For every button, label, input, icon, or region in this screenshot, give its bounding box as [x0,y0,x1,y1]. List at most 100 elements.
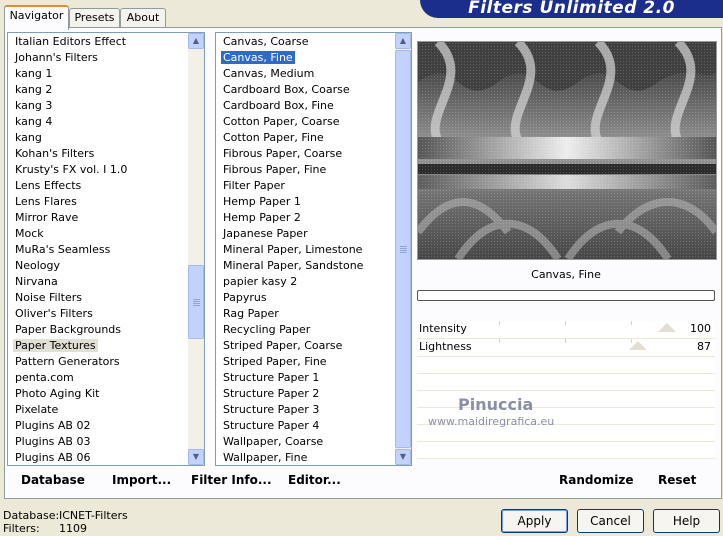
filter-item[interactable]: Canvas, Coarse [216,34,411,50]
category-item[interactable]: Paper Textures [8,338,204,354]
filter-item[interactable]: Cardboard Box, Fine [216,98,411,114]
tab-navigator[interactable]: Navigator [4,5,69,30]
lightness-value: 87 [697,340,711,353]
filter-preview-image [417,41,717,260]
category-item[interactable]: Krusty's FX vol. I 1.0 [8,162,204,178]
category-item[interactable]: penta.com [8,370,204,386]
filter-item[interactable]: Mineral Paper, Sandstone [216,258,411,274]
filter-item-label: Structure Paper 3 [223,403,320,416]
filter-item-label: Structure Paper 4 [223,419,320,432]
intensity-slider-thumb[interactable] [657,323,676,332]
filter-item-label: Hemp Paper 2 [223,211,301,224]
filter-item[interactable]: Japanese Paper [216,226,411,242]
randomize-button[interactable]: Randomize [559,473,633,487]
filter-item[interactable]: Mineral Paper, Limestone [216,242,411,258]
scroll-up-icon[interactable]: ▲ [395,33,411,49]
database-button[interactable]: Database [21,473,85,487]
filter-item[interactable]: Structure Paper 2 [216,386,411,402]
category-item[interactable]: kang 1 [8,66,204,82]
category-item[interactable]: Noise Filters [8,290,204,306]
filter-item[interactable]: papier kasy 2 [216,274,411,290]
scroll-up-icon[interactable]: ▲ [188,33,204,49]
scroll-thumb[interactable] [395,50,411,448]
scroll-down-icon[interactable]: ▼ [188,449,204,465]
help-button[interactable]: Help [653,509,720,533]
scroll-down-icon[interactable]: ▼ [395,449,411,465]
filter-item[interactable]: Fibrous Paper, Fine [216,162,411,178]
editor-button[interactable]: Editor... [288,473,341,487]
filter-scrollbar[interactable]: ▲ ▼ [395,33,411,465]
filter-item-label: Wallpaper, Fine [223,451,308,464]
category-item[interactable]: Pattern Generators [8,354,204,370]
filter-item[interactable]: Hemp Paper 2 [216,210,411,226]
filter-item[interactable]: Wallpaper, Fine [216,450,411,465]
category-item[interactable]: Plugins AB 06 [8,450,204,465]
scroll-thumb[interactable] [188,265,204,339]
lightness-slider-thumb[interactable] [628,341,647,350]
category-item[interactable]: Lens Effects [8,178,204,194]
filter-item-label: Cotton Paper, Coarse [223,115,340,128]
tab-about[interactable]: About [120,8,166,28]
category-item[interactable]: Plugins AB 03 [8,434,204,450]
filter-item-label: Cardboard Box, Coarse [223,83,350,96]
category-item[interactable]: Photo Aging Kit [8,386,204,402]
filter-item[interactable]: Canvas, Medium [216,66,411,82]
filter-item-label: Wallpaper, Coarse [223,435,324,448]
category-scrollbar[interactable]: ▲ ▼ [188,33,204,465]
watermark-text: Pinuccia [458,395,534,414]
category-item-label: kang 4 [15,115,53,128]
category-item-label: Mirror Rave [15,211,79,224]
watermark-url: www.maidiregrafica.eu [428,415,555,428]
filter-item[interactable]: Structure Paper 3 [216,402,411,418]
category-item[interactable]: Oliver's Filters [8,306,204,322]
category-item[interactable]: Paper Backgrounds [8,322,204,338]
filter-item[interactable]: Striped Paper, Coarse [216,338,411,354]
filter-item[interactable]: Structure Paper 4 [216,418,411,434]
category-item[interactable]: Johann's Filters [8,50,204,66]
category-item-label: penta.com [15,371,74,384]
category-item[interactable]: Plugins AB 02 [8,418,204,434]
filter-item[interactable]: Cotton Paper, Fine [216,130,411,146]
apply-button[interactable]: Apply [501,509,568,533]
category-item[interactable]: Neology [8,258,204,274]
category-item[interactable]: kang 2 [8,82,204,98]
category-item-label: Lens Flares [15,195,77,208]
filter-item[interactable]: Cotton Paper, Coarse [216,114,411,130]
category-item[interactable]: Nirvana [8,274,204,290]
lightness-slider[interactable]: Lightness 87 [417,339,715,357]
filter-list[interactable]: Canvas, Coarse Canvas, Fine Canvas, Medium… [215,32,412,466]
filter-item[interactable]: Hemp Paper 1 [216,194,411,210]
category-item[interactable]: kang 3 [8,98,204,114]
filter-item-label: Rag Paper [223,307,279,320]
category-item-label: Plugins AB 02 [15,419,91,432]
filter-item[interactable]: Structure Paper 1 [216,370,411,386]
filter-item[interactable]: Cardboard Box, Coarse [216,82,411,98]
category-item[interactable]: Pixelate [8,402,204,418]
filter-item[interactable]: Papyrus [216,290,411,306]
category-item[interactable]: Mirror Rave [8,210,204,226]
filter-item[interactable]: Fibrous Paper, Coarse [216,146,411,162]
filter-item[interactable]: Canvas, Fine [216,50,411,66]
filter-item[interactable]: Recycling Paper [216,322,411,338]
category-list[interactable]: Italian Editors Effect Johann's Filters ka… [7,32,205,466]
category-item[interactable]: Kohan's Filters [8,146,204,162]
filter-item[interactable]: Rag Paper [216,306,411,322]
filter-item[interactable]: Striped Paper, Fine [216,354,411,370]
reset-button[interactable]: Reset [658,473,696,487]
import-button[interactable]: Import... [112,473,171,487]
filter-item-label: Papyrus [223,291,267,304]
tab-presets[interactable]: Presets [69,8,120,28]
category-item[interactable]: Lens Flares [8,194,204,210]
category-item[interactable]: kang [8,130,204,146]
filter-info-button[interactable]: Filter Info... [191,473,272,487]
empty-param-row [417,442,715,459]
intensity-slider[interactable]: Intensity 100 [417,321,715,339]
cancel-button[interactable]: Cancel [577,509,644,533]
empty-param-row [417,357,715,374]
filter-item[interactable]: Filter Paper [216,178,411,194]
category-item[interactable]: Mock [8,226,204,242]
category-item[interactable]: Italian Editors Effect [8,34,204,50]
filter-item[interactable]: Wallpaper, Coarse [216,434,411,450]
category-item[interactable]: MuRa's Seamless [8,242,204,258]
category-item[interactable]: kang 4 [8,114,204,130]
